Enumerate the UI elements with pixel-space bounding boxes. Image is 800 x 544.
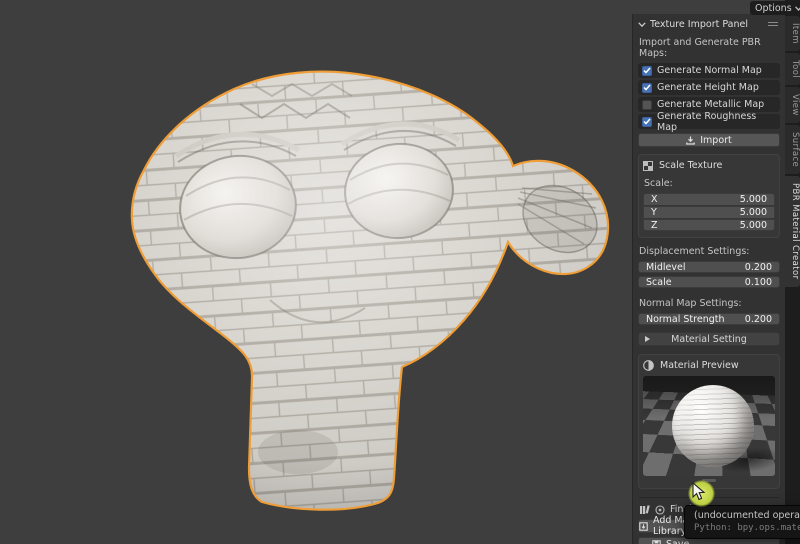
asset-add-icon bbox=[639, 521, 648, 531]
panel-title: Texture Import Panel bbox=[650, 18, 748, 30]
scale-z-slider[interactable]: Z 5.000 bbox=[643, 219, 775, 231]
tab-pbr-material-creator[interactable]: PBR Material Creator bbox=[785, 176, 800, 287]
material-preview-image[interactable] bbox=[643, 376, 775, 476]
displacement-settings-label: Displacement Settings: bbox=[639, 246, 750, 257]
checkbox-checked-icon[interactable] bbox=[642, 82, 652, 93]
checkbox-row-roughness-map[interactable]: Generate Roughness Map bbox=[638, 111, 780, 133]
operator-icon bbox=[655, 504, 665, 515]
disclosure-triangle-icon bbox=[645, 336, 650, 342]
panel-drag-grip[interactable] bbox=[768, 22, 780, 26]
slider-value: 5.000 bbox=[739, 194, 767, 205]
scale-texture-header[interactable]: Scale Texture bbox=[643, 158, 775, 173]
mouse-cursor bbox=[692, 482, 706, 501]
material-preview-subpanel: Material Preview bbox=[638, 354, 780, 489]
scale-texture-subpanel: Scale Texture Scale: X 5.000 Y 5.000 Z 5… bbox=[638, 154, 780, 238]
slider-value: 0.100 bbox=[744, 276, 772, 288]
panel-collapse-icon[interactable] bbox=[638, 21, 646, 27]
slider-value: 0.200 bbox=[744, 261, 772, 273]
slider-label: Y bbox=[651, 207, 657, 218]
material-setting-panel[interactable]: Material Setting bbox=[638, 332, 780, 346]
midlevel-slider[interactable]: Midlevel 0.200 bbox=[638, 261, 780, 273]
checkbox-label: Generate Metallic Map bbox=[657, 99, 765, 110]
checkbox-row-normal-map[interactable]: Generate Normal Map bbox=[638, 63, 780, 78]
3d-viewport[interactable] bbox=[0, 0, 632, 544]
blender-window: { "header": { "options_label": "Options"… bbox=[0, 0, 800, 544]
checkbox-label: Generate Roughness Map bbox=[657, 110, 757, 133]
options-label: Options bbox=[755, 2, 792, 14]
chevron-down-icon bbox=[794, 5, 800, 11]
slider-label: Midlevel bbox=[646, 261, 686, 273]
scale-x-slider[interactable]: X 5.000 bbox=[643, 193, 775, 205]
tab-surface[interactable]: Surface bbox=[785, 124, 800, 175]
slider-label: Z bbox=[651, 219, 658, 231]
tooltip-description: (undocumented operator). bbox=[694, 510, 800, 521]
material-preview-icon bbox=[643, 360, 654, 371]
slider-label: X bbox=[651, 194, 658, 205]
pbr-maps-label: Import and Generate PBR Maps: bbox=[639, 37, 761, 59]
tab-item[interactable]: Item bbox=[785, 16, 800, 51]
operator-tooltip: (undocumented operator). Python: bpy.ops… bbox=[684, 505, 800, 539]
slider-value: 5.000 bbox=[739, 219, 767, 231]
material-preview-title: Material Preview bbox=[660, 360, 739, 371]
normal-strength-slider[interactable]: Normal Strength 0.200 bbox=[638, 313, 780, 325]
normal-map-settings-label: Normal Map Settings: bbox=[639, 298, 742, 309]
sidebar-tab-strip: Item Tool View Surface PBR Material Crea… bbox=[785, 0, 800, 544]
tab-view[interactable]: View bbox=[785, 87, 800, 123]
slider-value: 5.000 bbox=[739, 207, 767, 218]
save-icon bbox=[652, 539, 661, 544]
import-button-label: Import bbox=[700, 134, 732, 146]
checkbox-label: Generate Height Map bbox=[657, 82, 759, 93]
scale-texture-title: Scale Texture bbox=[659, 160, 723, 171]
suzanne-model[interactable] bbox=[0, 0, 632, 544]
material-setting-label: Material Setting bbox=[671, 333, 747, 345]
import-icon bbox=[686, 136, 696, 145]
tab-tool[interactable]: Tool bbox=[785, 52, 800, 86]
slider-value: 0.200 bbox=[744, 313, 772, 325]
asset-library-icon bbox=[640, 505, 650, 514]
checkbox-row-height-map[interactable]: Generate Height Map bbox=[638, 80, 780, 95]
scale-xyz-sliders: X 5.000 Y 5.000 Z 5.000 bbox=[643, 193, 775, 231]
options-dropdown[interactable]: Options bbox=[750, 1, 800, 15]
checkbox-label: Generate Normal Map bbox=[657, 65, 762, 76]
scale-y-slider[interactable]: Y 5.000 bbox=[643, 206, 775, 218]
pbr-material-creator-panel: Texture Import Panel Import and Generate… bbox=[632, 14, 785, 544]
texture-import-panel-header[interactable]: Texture Import Panel bbox=[638, 16, 780, 32]
displacement-scale-slider[interactable]: Scale 0.100 bbox=[638, 276, 780, 288]
scale-label: Scale: bbox=[644, 178, 673, 189]
material-preview-header[interactable]: Material Preview bbox=[643, 358, 775, 373]
slider-label: Normal Strength bbox=[646, 313, 725, 325]
checkbox-unchecked-icon[interactable] bbox=[642, 99, 652, 110]
save-button-label: Save... bbox=[666, 538, 699, 544]
texture-icon bbox=[643, 160, 653, 171]
checkbox-checked-icon[interactable] bbox=[642, 65, 652, 76]
import-button[interactable]: Import bbox=[638, 133, 780, 147]
preview-sphere bbox=[672, 385, 754, 467]
slider-label: Scale bbox=[646, 276, 672, 288]
tooltip-python-path: Python: bpy.ops.material.s bbox=[694, 523, 800, 533]
checkbox-checked-icon[interactable] bbox=[642, 116, 652, 127]
